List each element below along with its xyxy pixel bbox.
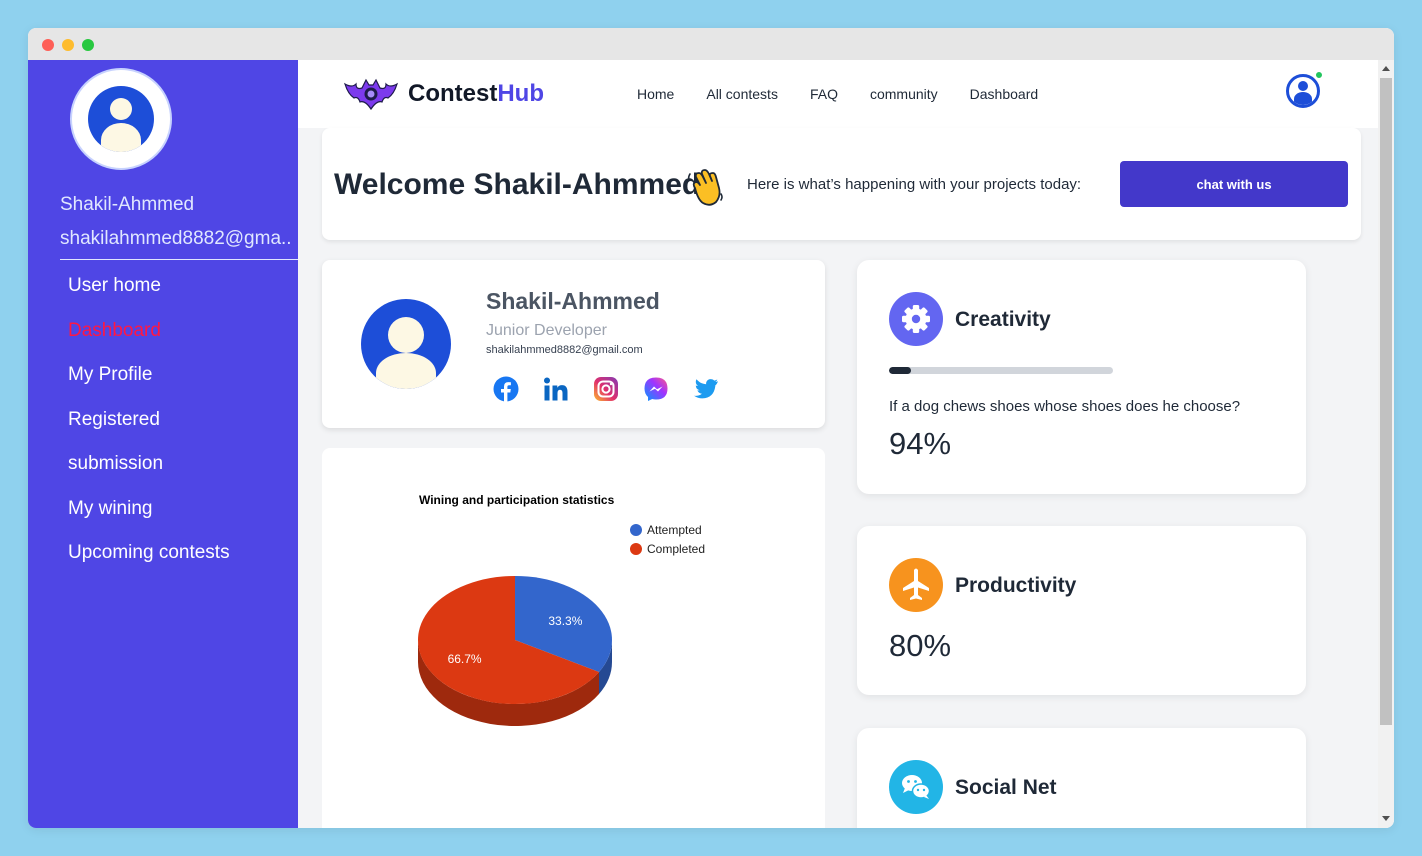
sidebar: Shakil-Ahmmed shakilahmmed8882@gma.. Use… [28,60,298,828]
browser-window: Shakil-Ahmmed shakilahmmed8882@gma.. Use… [28,28,1394,828]
creativity-icon-badge [889,292,943,346]
messenger-icon[interactable] [643,376,669,402]
pie-label-completed: 66.7% [448,652,482,666]
main-content: ContestHub Home All contests FAQ communi… [298,60,1378,828]
sidebar-menu: User home Dashboard My Profile Registere… [68,274,230,586]
creativity-card: Creativity If a dog chews shoes whose sh… [857,260,1306,494]
creativity-progress-bar [889,367,1113,374]
user-avatar-button[interactable] [1286,74,1320,108]
brand-prefix: Contest [408,80,498,107]
twitter-icon[interactable] [693,376,719,402]
legend-label-completed: Completed [647,542,705,556]
sidebar-item-user-home[interactable]: User home [68,274,230,319]
vertical-scrollbar[interactable] [1378,60,1394,828]
nav-link-community[interactable]: community [870,86,938,102]
linkedin-icon[interactable] [543,376,569,402]
productivity-icon-badge [889,558,943,612]
top-navbar: ContestHub Home All contests FAQ communi… [298,60,1378,128]
profile-email: shakilahmmed8882@gmail.com [486,344,643,356]
sidebar-avatar-frame [70,68,172,170]
online-status-dot [1315,71,1323,79]
profile-name: Shakil-Ahmmed [486,288,660,314]
creativity-title: Creativity [955,308,1051,331]
sidebar-item-submission[interactable]: submission [68,452,230,497]
sidebar-divider [60,259,298,260]
sidebar-item-my-profile[interactable]: My Profile [68,363,230,408]
brand-suffix: Hub [497,80,544,107]
pie-slices: 33.3% 66.7% [417,576,612,704]
scrollbar-thumb[interactable] [1380,78,1392,725]
welcome-banner: Welcome Shakil-Ahmmed Here is what’s hap… [322,128,1361,240]
sidebar-avatar[interactable] [88,86,154,152]
bat-logo-icon[interactable] [344,76,398,112]
brand-name[interactable]: ContestHub [408,80,544,108]
legend-label-attempted: Attempted [647,523,702,537]
productivity-title: Productivity [955,574,1077,597]
sidebar-user-email: shakilahmmed8882@gma.. [60,228,292,249]
sidebar-user-name: Shakil-Ahmmed [60,194,195,215]
sidebar-item-upcoming-contests[interactable]: Upcoming contests [68,541,230,586]
productivity-card: Productivity 80% [857,526,1306,695]
pie-label-attempted: 33.3% [548,614,582,628]
productivity-value: 80% [889,628,952,663]
sidebar-item-registered[interactable]: Registered [68,408,230,453]
maximize-window-button[interactable] [82,39,94,51]
airplane-icon [903,568,929,600]
legend-marker-completed [630,543,642,555]
welcome-title: Welcome Shakil-Ahmmed [334,168,701,201]
creativity-progress-fill [889,367,912,374]
waving-hand-icon [687,169,723,206]
pie-chart: Wining and participation statistics 33.3… [417,493,705,726]
sidebar-item-my-wining[interactable]: My wining [68,497,230,542]
close-window-button[interactable] [42,39,54,51]
chat-with-us-button[interactable]: chat with us [1120,161,1348,207]
minimize-window-button[interactable] [62,39,74,51]
scroll-down-arrow-icon[interactable] [1382,816,1390,821]
chart-title: Wining and participation statistics [419,493,615,507]
creativity-value: 94% [889,426,952,461]
profile-role: Junior Developer [486,322,607,339]
statistics-chart-card: Wining and participation statistics 33.3… [322,448,825,828]
profile-avatar [361,299,451,389]
welcome-subtitle: Here is what’s happening with your proje… [747,176,1082,193]
social-net-card: Social Net [857,728,1306,828]
nav-links: Home All contests FAQ community Dashboar… [637,86,1038,102]
legend-marker-attempted [630,524,642,536]
social-net-title: Social Net [955,776,1057,799]
sidebar-item-dashboard[interactable]: Dashboard [68,319,230,364]
facebook-icon[interactable] [493,376,519,402]
nav-link-faq[interactable]: FAQ [810,86,838,102]
nav-link-dashboard[interactable]: Dashboard [970,86,1039,102]
gear-icon [902,305,930,333]
profile-card: Shakil-Ahmmed Junior Developer shakilahm… [322,260,825,428]
scroll-up-arrow-icon[interactable] [1382,66,1390,71]
creativity-question: If a dog chews shoes whose shoes does he… [889,398,1241,415]
window-titlebar [28,28,1394,60]
nav-link-home[interactable]: Home [637,86,674,102]
social-net-icon-badge [889,760,943,814]
wechat-icon [902,775,931,799]
instagram-icon[interactable] [593,376,619,402]
chart-legend: Attempted Completed [630,523,705,556]
nav-link-all-contests[interactable]: All contests [706,86,778,102]
